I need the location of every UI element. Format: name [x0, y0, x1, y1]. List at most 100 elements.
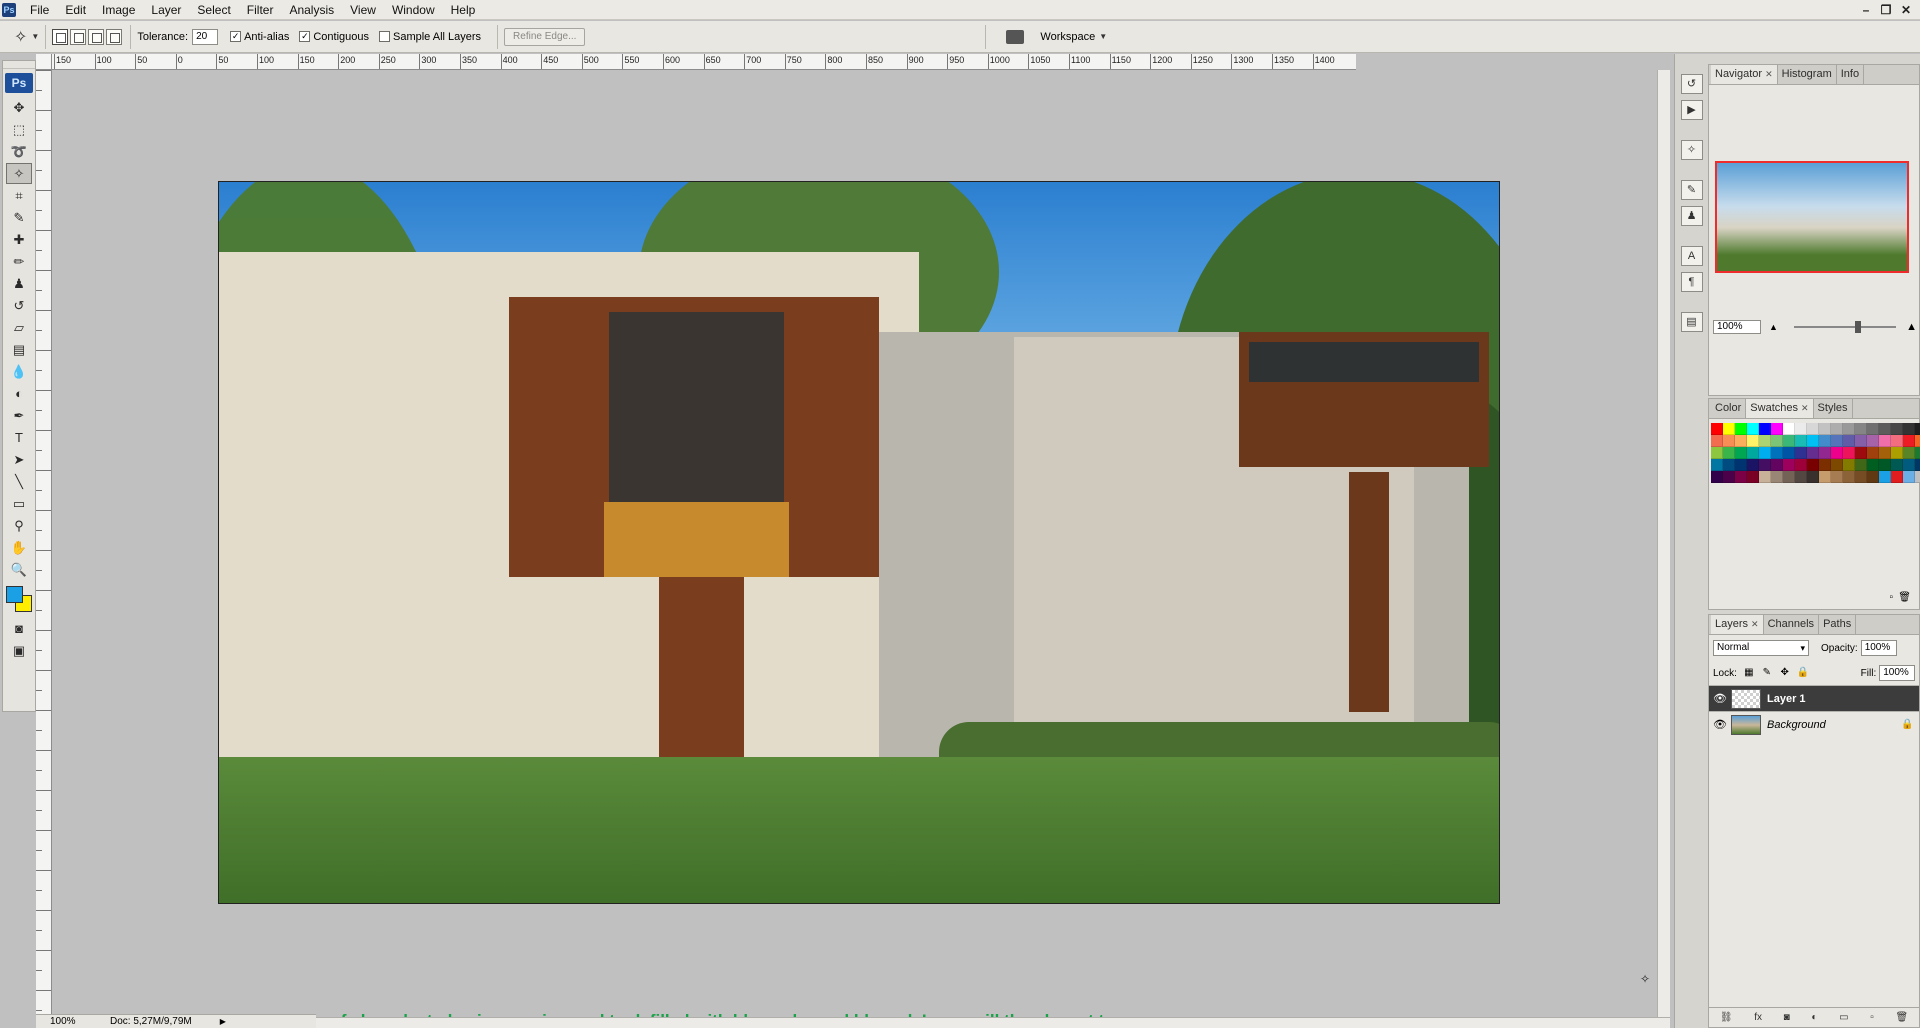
color-swatch[interactable] — [1891, 459, 1903, 471]
horizontal-ruler[interactable]: 150 100 50 0 50 100 150 200 250 300 350 400 450 500 55… — [52, 54, 1356, 70]
photoshop-logo[interactable]: Ps — [5, 73, 33, 93]
eye-icon[interactable]: 👁 — [1709, 692, 1731, 705]
tab-color[interactable]: Color — [1711, 399, 1747, 418]
blend-mode-select[interactable]: Normal — [1713, 640, 1809, 656]
color-swatch[interactable] — [1735, 471, 1747, 483]
dodge-tool-icon[interactable]: ◐ — [6, 383, 32, 404]
color-swatch[interactable] — [1807, 459, 1819, 471]
zoom-level[interactable]: 100% — [36, 1016, 76, 1027]
crop-tool-icon[interactable]: ⌗ — [6, 185, 32, 206]
delete-swatch-icon[interactable]: 🗑 — [1898, 592, 1911, 603]
color-swatch[interactable] — [1735, 435, 1747, 447]
color-swatch[interactable] — [1891, 423, 1903, 435]
zoom-out-icon[interactable]: ▲ — [1769, 322, 1778, 332]
color-swatch[interactable] — [1903, 423, 1915, 435]
color-swatch[interactable] — [1711, 435, 1723, 447]
workspace-menu[interactable]: Workspace ▼ — [1006, 29, 1107, 44]
new-layer-icon[interactable]: ▫ — [1870, 1012, 1874, 1023]
close-icon[interactable]: ✕ — [1801, 403, 1809, 413]
color-swatch[interactable] — [1807, 447, 1819, 459]
restore-button[interactable]: ❐ — [1876, 0, 1896, 20]
paragraph-panel-icon[interactable]: ¶ — [1680, 272, 1703, 292]
minimize-button[interactable]: – — [1856, 0, 1876, 20]
color-swatch[interactable] — [1843, 459, 1855, 471]
color-swatch[interactable] — [1747, 423, 1759, 435]
link-layers-icon[interactable]: ⛓ — [1720, 1012, 1733, 1023]
lock-position-icon[interactable]: ✥ — [1779, 667, 1791, 679]
color-swatch[interactable] — [1879, 471, 1891, 483]
navigator-zoom-slider[interactable] — [1793, 321, 1897, 333]
color-swatch[interactable] — [1759, 435, 1771, 447]
document-image[interactable] — [218, 181, 1500, 904]
new-group-icon[interactable]: ▭ — [1839, 1012, 1848, 1023]
adjustment-layer-icon[interactable]: ◐ — [1811, 1012, 1817, 1023]
close-button[interactable]: ✕ — [1896, 0, 1916, 20]
color-swatch[interactable] — [1795, 435, 1807, 447]
gradient-tool-icon[interactable]: ▤ — [6, 339, 32, 360]
color-swatch[interactable] — [1735, 459, 1747, 471]
color-swatch[interactable] — [1903, 435, 1915, 447]
eyedropper-tool-icon[interactable]: ⚲ — [6, 515, 32, 536]
color-swatch[interactable] — [1879, 435, 1891, 447]
refine-edge-button[interactable]: Refine Edge... — [504, 27, 586, 46]
type-tool-icon[interactable]: T — [6, 427, 32, 448]
color-swatch[interactable] — [1867, 471, 1879, 483]
brushes-panel-icon[interactable]: ✎ — [1680, 180, 1703, 200]
color-swatch[interactable] — [1867, 447, 1879, 459]
slider-knob[interactable] — [1855, 321, 1862, 333]
color-swatch[interactable] — [1783, 459, 1795, 471]
layer-row[interactable]: 👁 Layer 1 — [1709, 685, 1919, 711]
fill-input[interactable]: 100% — [1879, 665, 1916, 681]
layer-style-icon[interactable]: fx — [1754, 1012, 1762, 1023]
color-swatch[interactable] — [1795, 423, 1807, 435]
color-swatch[interactable] — [1807, 423, 1819, 435]
new-swatch-icon[interactable]: ▫ — [1889, 592, 1893, 603]
color-swatch[interactable] — [1747, 471, 1759, 483]
color-swatch[interactable] — [1831, 471, 1843, 483]
layer-comps-panel-icon[interactable]: ▤ — [1680, 312, 1703, 332]
color-swatch[interactable] — [1807, 471, 1819, 483]
eraser-tool-icon[interactable]: ▱ — [6, 317, 32, 338]
lasso-tool-icon[interactable]: ➰ — [6, 141, 32, 162]
character-panel-icon[interactable]: A — [1680, 246, 1703, 266]
color-swatch[interactable] — [1843, 447, 1855, 459]
color-swatch[interactable] — [1783, 423, 1795, 435]
blur-tool-icon[interactable]: 💧 — [6, 361, 32, 382]
tab-swatches[interactable]: Swatches ✕ — [1746, 399, 1814, 418]
lock-transparency-icon[interactable]: ▦ — [1743, 667, 1755, 679]
color-swatch[interactable] — [1783, 435, 1795, 447]
history-brush-tool-icon[interactable]: ↺ — [6, 295, 32, 316]
color-swatch[interactable] — [1783, 471, 1795, 483]
layer-mask-icon[interactable]: ◙ — [1784, 1012, 1790, 1023]
color-swatch[interactable] — [1711, 459, 1723, 471]
color-swatch[interactable] — [1723, 471, 1735, 483]
color-swatch[interactable] — [1711, 423, 1723, 435]
lock-all-icon[interactable]: 🔒 — [1797, 667, 1809, 679]
magic-wand-tool-icon[interactable]: ✧ — [6, 163, 32, 184]
color-swatch[interactable] — [1891, 447, 1903, 459]
color-swatch[interactable] — [1903, 447, 1915, 459]
color-swatch[interactable] — [1879, 423, 1891, 435]
anti-alias-option[interactable]: ✓ Anti-alias — [230, 31, 289, 43]
color-swatch[interactable] — [1915, 447, 1920, 459]
clone-source-panel-icon[interactable]: ♟ — [1680, 206, 1703, 226]
toolbox-grip[interactable] — [3, 61, 35, 69]
menu-layer[interactable]: Layer — [143, 0, 189, 20]
tab-styles[interactable]: Styles — [1814, 399, 1853, 418]
color-swatch[interactable] — [1831, 459, 1843, 471]
color-swatch[interactable] — [1723, 447, 1735, 459]
anti-alias-checkbox[interactable]: ✓ — [230, 31, 242, 42]
close-icon[interactable]: ✕ — [1765, 69, 1773, 79]
color-swatch[interactable] — [1795, 447, 1807, 459]
color-swatch[interactable] — [1747, 435, 1759, 447]
history-panel-icon[interactable]: ↺ — [1680, 74, 1703, 94]
contiguous-checkbox[interactable]: ✓ — [299, 31, 311, 42]
color-swatch[interactable] — [1903, 459, 1915, 471]
color-swatch[interactable] — [1915, 423, 1920, 435]
color-swatch[interactable] — [1747, 447, 1759, 459]
menu-view[interactable]: View — [342, 0, 384, 20]
menu-edit[interactable]: Edit — [57, 0, 94, 20]
color-swatch[interactable] — [1855, 447, 1867, 459]
color-swatch[interactable] — [1795, 459, 1807, 471]
tab-channels[interactable]: Channels — [1764, 615, 1820, 634]
